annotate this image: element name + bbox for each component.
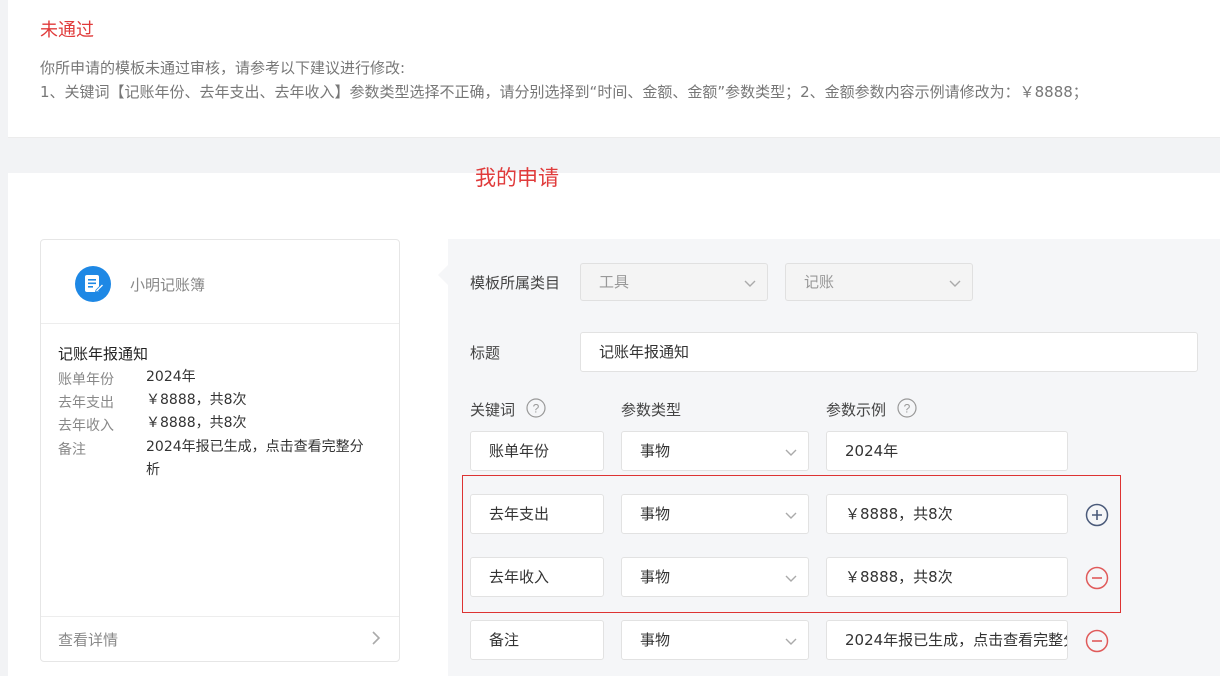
chevron-down-icon <box>744 280 756 287</box>
view-detail-link[interactable]: 查看详情 <box>41 616 399 661</box>
svg-text:?: ? <box>904 402 911 416</box>
keyword-input[interactable]: 账单年份 <box>470 431 604 471</box>
param-type-select[interactable]: 事物 <box>621 431 809 471</box>
chevron-down-icon <box>785 638 797 645</box>
category-secondary-select[interactable]: 记账 <box>785 263 973 301</box>
preview-value-income: ￥8888，共8次 <box>146 415 247 431</box>
review-result-card: 未通过 你所申请的模板未通过审核，请参考以下建议进行修改: 1、关键词【记账年份… <box>8 0 1220 138</box>
param-type-select[interactable]: 事物 <box>621 620 809 660</box>
svg-text:?: ? <box>533 402 540 416</box>
preview-header: 小明记账簿 <box>41 240 399 324</box>
app-name: 小明记账簿 <box>130 276 206 294</box>
remove-row-icon[interactable] <box>1085 629 1109 653</box>
help-icon[interactable]: ? <box>526 398 546 418</box>
chevron-down-icon <box>949 280 961 287</box>
param-type-value: 事物 <box>640 631 671 649</box>
preview-label-income: 去年收入 <box>58 418 114 434</box>
notice-title: 记账年报通知 <box>58 345 149 363</box>
highlight-box <box>462 475 1121 613</box>
category-primary-select[interactable]: 工具 <box>580 263 768 301</box>
title-label: 标题 <box>470 344 501 362</box>
param-example-header: 参数示例 <box>826 401 887 419</box>
keyword-input[interactable]: 备注 <box>470 620 604 660</box>
preview-value-remark: 2024年报已生成，点击查看完整分析 <box>146 439 364 478</box>
chevron-right-icon <box>372 631 381 645</box>
review-suggestion: 1、关键词【记账年份、去年支出、去年收入】参数类型选择不正确，请分别选择到“时间… <box>40 83 1088 101</box>
my-application-title: 我的申请 <box>475 166 559 190</box>
keyword-header: 关键词 <box>470 401 516 419</box>
category-label: 模板所属类目 <box>470 274 561 292</box>
review-status: 未通过 <box>40 20 94 41</box>
param-type-header: 参数类型 <box>621 401 682 419</box>
preview-value-year: 2024年 <box>146 369 196 385</box>
preview-label-remark: 备注 <box>58 442 86 458</box>
category-secondary-value: 记账 <box>804 273 835 291</box>
preview-value-expense: ￥8888，共8次 <box>146 392 247 408</box>
preview-label-year: 账单年份 <box>58 372 114 388</box>
notebook-icon <box>75 266 111 302</box>
title-input[interactable]: 记账年报通知 <box>580 332 1198 372</box>
param-example-input[interactable]: 2024年报已生成，点击查看完整分析 <box>826 620 1068 660</box>
review-intro: 你所申请的模板未通过审核，请参考以下建议进行修改: <box>40 59 406 77</box>
help-icon[interactable]: ? <box>897 398 917 418</box>
category-primary-value: 工具 <box>599 273 630 291</box>
param-example-input[interactable]: 2024年 <box>826 431 1068 471</box>
view-detail-label: 查看详情 <box>58 631 119 649</box>
template-preview: 小明记账簿 记账年报通知 账单年份 2024年 去年支出 ￥8888，共8次 去… <box>40 239 400 662</box>
preview-label-expense: 去年支出 <box>58 395 114 411</box>
chevron-down-icon <box>785 449 797 456</box>
param-type-value: 事物 <box>640 442 671 460</box>
